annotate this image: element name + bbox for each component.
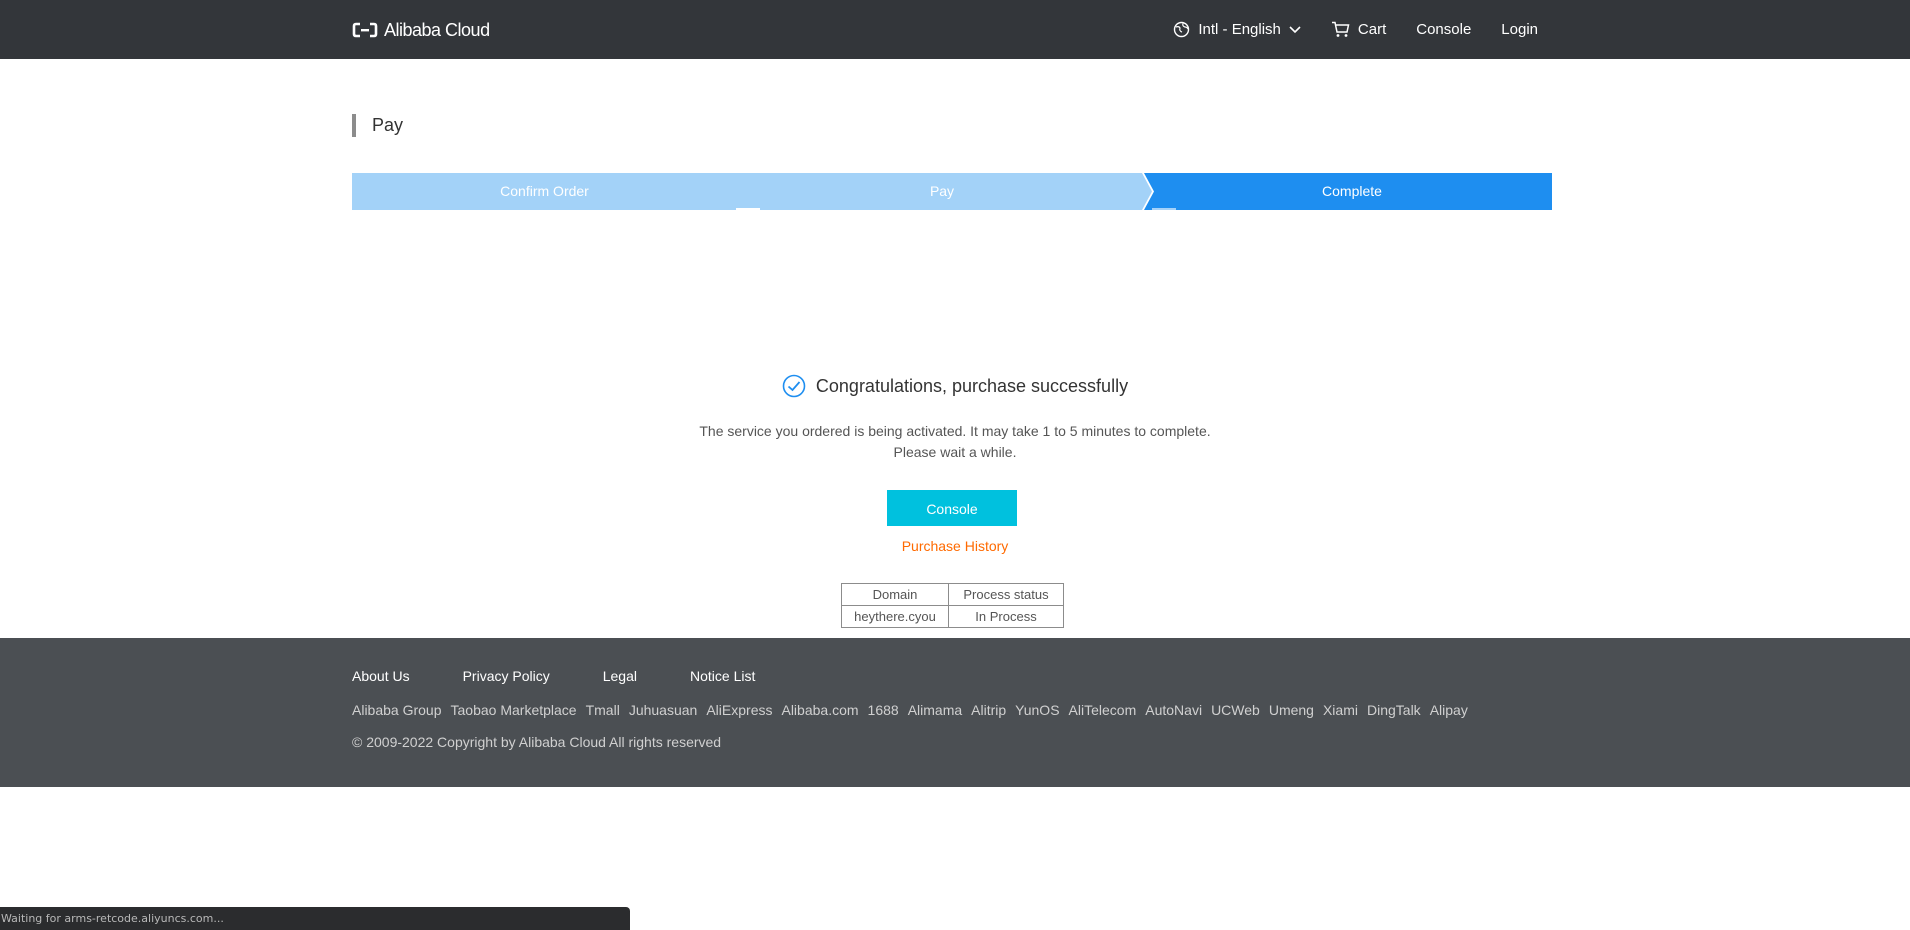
group-link[interactable]: Juhuasuan [629,702,698,718]
alibaba-cloud-logo-icon [352,22,378,38]
logo-text: Alibaba Cloud [384,19,490,40]
chevron-down-icon [1289,25,1301,33]
globe-icon [1174,21,1190,38]
login-label: Login [1501,21,1538,38]
table-row: heythere.cyou In Process [841,605,1064,628]
group-link[interactable]: Alibaba.com [781,702,858,718]
domain-cell: heythere.cyou [841,605,949,628]
check-circle-icon [782,374,806,398]
purchase-history-link: Purchase History [0,538,1910,554]
footer-link-privacy-policy[interactable]: Privacy Policy [463,668,550,684]
column-header-process-status: Process status [948,583,1064,606]
group-link[interactable]: Taobao Marketplace [451,702,577,718]
footer-links: About Us Privacy Policy Legal Notice Lis… [352,668,808,684]
footer-link-legal[interactable]: Legal [603,668,637,684]
page-footer: About Us Privacy Policy Legal Notice Lis… [0,638,1910,787]
group-link[interactable]: AliExpress [706,702,772,718]
success-description: The service you ordered is being activat… [0,421,1910,463]
cart-label: Cart [1357,21,1387,38]
domain-status-table: Domain Process status heythere.cyou In P… [841,583,1064,628]
purchase-history-text[interactable]: Purchase History [902,538,1009,554]
group-link[interactable]: AutoNavi [1145,702,1202,718]
description-line-1: The service you ordered is being activat… [699,423,1211,439]
column-header-domain: Domain [841,583,949,606]
group-link[interactable]: Xiami [1323,702,1358,718]
step-confirm-order: Confirm Order [500,183,589,199]
browser-status-bar: Waiting for arms-retcode.aliyuncs.com... [0,907,630,930]
top-navigation-bar: Alibaba Cloud Intl - English Cart Consol… [0,0,1910,59]
group-link[interactable]: Tmall [586,702,620,718]
group-link[interactable]: DingTalk [1367,702,1421,718]
table-header-row: Domain Process status [841,583,1064,606]
checkout-steps: Confirm Order Pay Complete [352,173,1552,210]
success-title-text: Congratulations, purchase successfully [815,375,1129,396]
description-line-2: Please wait a while. [893,444,1017,460]
console-label: Console [1416,21,1472,38]
group-link[interactable]: YunOS [1015,702,1059,718]
header-nav: Intl - English Cart Console Login [1143,0,1538,59]
group-link[interactable]: Alitrip [971,702,1006,718]
cart-icon [1331,21,1350,37]
group-link[interactable]: Umeng [1269,702,1314,718]
process-status-cell: In Process [948,605,1064,628]
copyright-text: © 2009-2022 Copyright by Alibaba Cloud A… [352,734,722,750]
page-title: Pay [352,114,403,137]
step-complete: Complete [1322,183,1382,199]
group-link[interactable]: Alibaba Group [352,702,442,718]
language-selector[interactable]: Intl - English [1173,21,1301,38]
step-pay: Pay [929,183,955,199]
console-link[interactable]: Console [1416,21,1471,38]
group-link[interactable]: 1688 [868,702,899,718]
group-link[interactable]: Alipay [1430,702,1468,718]
footer-group-links: Alibaba Group Taobao Marketplace Tmall J… [352,702,1477,718]
group-link[interactable]: UCWeb [1211,702,1260,718]
group-link[interactable]: AliTelecom [1069,702,1137,718]
success-heading: Congratulations, purchase successfully [0,374,1910,398]
alibaba-cloud-logo[interactable]: Alibaba Cloud [352,19,490,41]
login-link[interactable]: Login [1501,21,1538,38]
footer-link-notice-list[interactable]: Notice List [690,668,755,684]
cart-link[interactable]: Cart [1331,21,1386,38]
footer-link-about-us[interactable]: About Us [352,668,410,684]
group-link[interactable]: Alimama [908,702,962,718]
language-label: Intl - English [1198,21,1281,38]
console-button[interactable]: Console [887,490,1017,526]
